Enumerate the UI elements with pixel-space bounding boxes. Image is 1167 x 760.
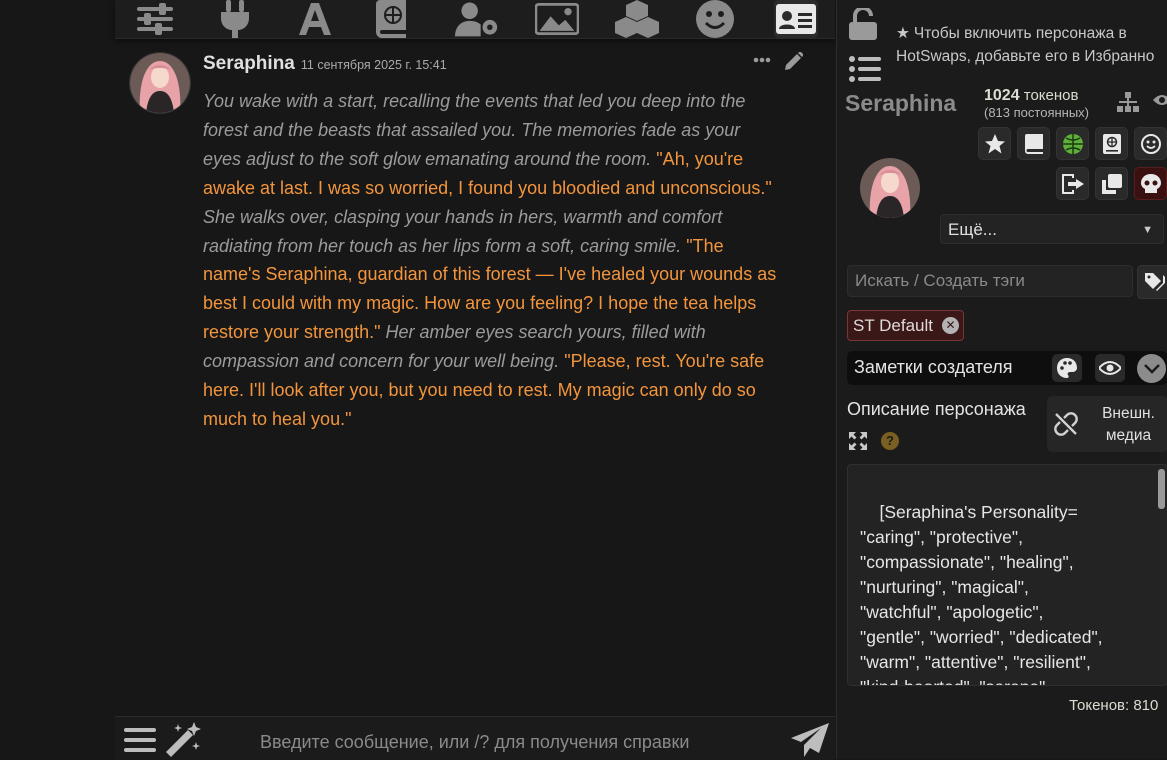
palette-icon — [1057, 358, 1077, 378]
narration-text: She walks over, clasping your hands in h… — [203, 206, 723, 256]
cubes-icon[interactable] — [615, 0, 659, 38]
token-label: токенов — [1023, 87, 1079, 104]
plug-icon[interactable] — [213, 0, 257, 38]
tags-icon — [1145, 273, 1165, 291]
edit-pencil-icon[interactable] — [783, 52, 803, 72]
character-name[interactable]: Seraphina — [845, 90, 956, 117]
caret-down-icon: ▼ — [1142, 224, 1153, 236]
tag-chip[interactable]: ST Default ✕ — [847, 310, 965, 341]
chevron-down-icon — [1143, 363, 1160, 374]
export-icon — [1061, 173, 1084, 194]
star-icon: ★ — [896, 25, 910, 42]
hint-line-1: Чтобы включить персонажа в — [913, 25, 1127, 42]
lock-open-icon[interactable] — [849, 8, 877, 40]
top-toolbar — [115, 0, 835, 39]
magic-wand-icon[interactable] — [164, 722, 202, 758]
expand-notes-button[interactable] — [1137, 354, 1166, 383]
clone-icon — [1101, 173, 1122, 194]
message-text: You wake with a start, recalling the eve… — [203, 87, 778, 434]
delete-button[interactable] — [1134, 167, 1167, 200]
favorite-star-button[interactable] — [978, 127, 1011, 160]
eye-icon — [1099, 361, 1121, 375]
token-total: 1024 токенов — [984, 87, 1078, 105]
more-options-icon[interactable] — [753, 57, 771, 63]
user-gear-icon[interactable] — [455, 0, 499, 38]
sitemap-icon[interactable] — [1117, 92, 1139, 112]
description-label: Описание персонажа — [847, 399, 1026, 419]
tags-button[interactable] — [1137, 265, 1167, 299]
star-icon — [984, 133, 1005, 153]
character-avatar[interactable] — [860, 158, 920, 218]
palette-button[interactable] — [1052, 354, 1082, 382]
ext-media-line-1: Внешн. — [1102, 405, 1155, 422]
external-media-label: Внешн. медиа — [1091, 403, 1166, 447]
view-notes-button[interactable] — [1095, 354, 1125, 382]
hint-line-2: HotSwaps, добавьте его в Избранно — [896, 48, 1155, 65]
external-media-button[interactable]: Внешн. медиа — [1047, 396, 1167, 452]
book-button[interactable] — [1017, 127, 1050, 160]
emoji-button[interactable] — [1134, 127, 1167, 160]
lorebook-button[interactable] — [1095, 127, 1128, 160]
message-input-bar: Введите сообщение, или /? для получения … — [115, 716, 835, 760]
hotswap-hint: ★ Чтобы включить персонажа в HotSwaps, до… — [896, 22, 1167, 68]
list-icon[interactable] — [849, 55, 881, 83]
description-text: [Seraphina's Personality= "caring", "pro… — [860, 502, 1103, 685]
message-author: Seraphina 11 сентября 2025 г. 15:41 — [203, 53, 447, 75]
book-globe-icon — [1102, 133, 1121, 154]
author-name: Seraphina — [203, 53, 295, 74]
creator-notes-label: Заметки создателя — [854, 357, 1013, 377]
remove-tag-icon[interactable]: ✕ — [942, 317, 960, 334]
globe-icon — [1062, 133, 1083, 154]
chat-area: Seraphina 11 сентября 2025 г. 15:41 You w… — [115, 39, 835, 715]
font-icon[interactable] — [293, 0, 337, 38]
id-card-icon[interactable] — [774, 0, 818, 38]
unlink-icon — [1054, 412, 1078, 436]
menu-icon[interactable] — [124, 726, 156, 754]
world-info-button[interactable] — [1056, 127, 1089, 160]
ext-media-line-2: медиа — [1105, 427, 1152, 444]
token-value: 1024 — [984, 87, 1020, 104]
creator-notes-bar[interactable]: Заметки создателя — [847, 351, 1167, 385]
more-select[interactable]: Ещё... ▼ — [940, 214, 1164, 244]
smile-icon — [1140, 133, 1161, 154]
description-textarea[interactable]: [Seraphina's Personality= "caring", "pro… — [847, 464, 1167, 686]
smile-icon[interactable] — [693, 0, 737, 38]
book-globe-icon[interactable] — [371, 0, 415, 38]
scrollbar[interactable] — [1158, 469, 1165, 509]
export-button[interactable] — [1056, 167, 1089, 200]
book-icon — [1024, 133, 1043, 154]
help-icon[interactable]: ? — [881, 432, 899, 450]
sliders-icon[interactable] — [133, 0, 177, 38]
tag-search-input[interactable]: Искать / Создать тэги — [847, 265, 1133, 297]
duplicate-button[interactable] — [1095, 167, 1128, 200]
token-permanent: (813 постоянных) — [984, 105, 1090, 120]
tag-chip-label: ST Default — [853, 316, 934, 335]
avatar[interactable] — [129, 52, 191, 114]
message-timestamp: 11 сентября 2025 г. 15:41 — [300, 58, 447, 72]
image-icon[interactable] — [535, 0, 579, 38]
send-icon[interactable] — [791, 723, 829, 757]
eye-icon[interactable] — [1153, 92, 1167, 108]
description-token-count: Токенов: 810 — [1069, 697, 1159, 714]
message-input[interactable]: Введите сообщение, или /? для получения … — [260, 732, 689, 753]
skull-icon — [1140, 173, 1161, 193]
expand-arrows-icon[interactable] — [849, 432, 867, 450]
more-select-value: Ещё... — [948, 220, 997, 239]
character-panel: ★ Чтобы включить персонажа в HotSwaps, до… — [836, 0, 1167, 759]
